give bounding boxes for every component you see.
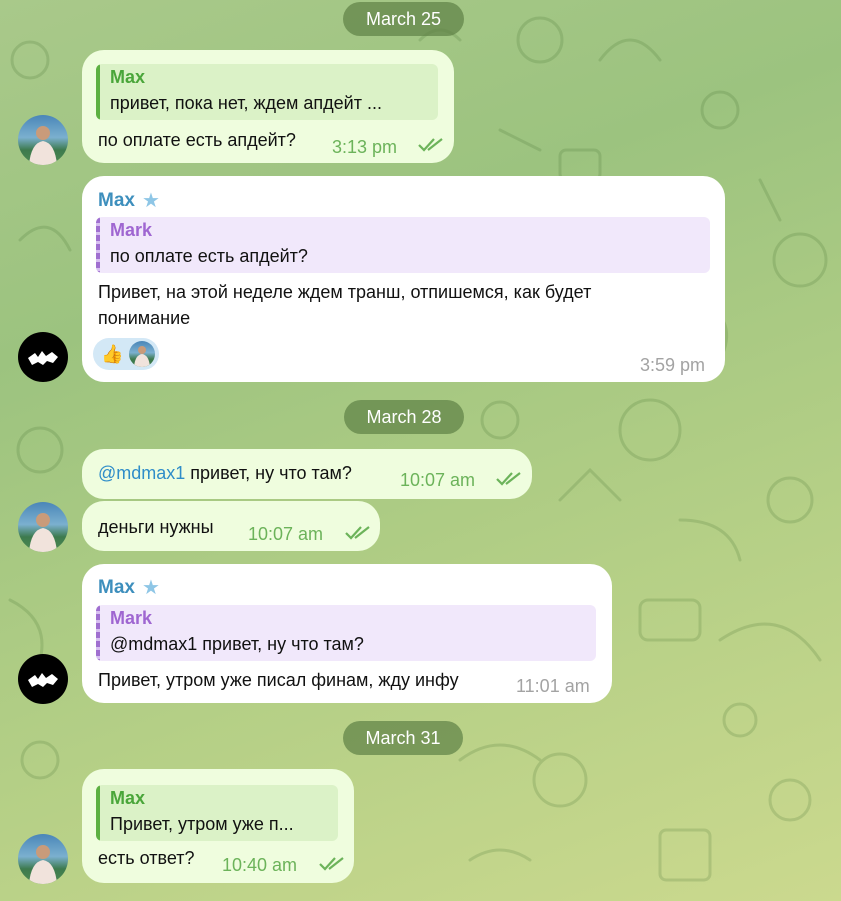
avatar[interactable] <box>18 332 68 382</box>
star-icon: ★ <box>142 190 160 212</box>
message-time: 10:40 am <box>222 855 298 875</box>
message-text-body: привет, ну что там? <box>185 463 352 483</box>
quote-text: @mdmax1 привет, ну что там? <box>110 634 364 654</box>
message-text-line: понимание <box>98 308 191 328</box>
chat-history[interactable]: March 25 Max привет, пока нет, ждем апде… <box>0 0 841 901</box>
avatar-photo <box>29 845 57 884</box>
message-time: 10:07 am <box>400 470 476 490</box>
reply-quote[interactable]: Max привет, пока нет, ждем апдейт ... <box>96 64 438 120</box>
message-text-line: Привет, на этой неделе ждем транш, отпиш… <box>98 282 592 302</box>
star-icon: ★ <box>142 577 160 599</box>
quote-author: Mark <box>110 608 153 628</box>
message-text: Привет, утром уже писал финам, жду инфу <box>98 670 459 690</box>
message-bubble[interactable]: Max Привет, утром уже п... есть ответ? 1… <box>82 769 354 883</box>
avatar[interactable] <box>18 502 68 552</box>
sender-name[interactable]: Max <box>98 575 135 601</box>
quote-text: Привет, утром уже п... <box>110 814 294 834</box>
quote-author: Mark <box>110 220 153 240</box>
message-text: деньги нужны <box>98 517 214 537</box>
avatar[interactable] <box>18 654 68 704</box>
message-bubble[interactable]: Max ★ Mark @mdmax1 привет, ну что там? П… <box>82 564 612 703</box>
date-separator: March 28 <box>344 400 464 434</box>
avatar-photo <box>29 126 57 165</box>
message-bubble[interactable]: @mdmax1 привет, ну что там? 10:07 am <box>82 449 532 499</box>
user-mention[interactable]: @mdmax1 <box>98 463 185 483</box>
message-time: 3:13 pm <box>332 137 398 157</box>
message-text: по оплате есть апдейт? <box>98 130 296 150</box>
reply-quote[interactable]: Mark @mdmax1 привет, ну что там? <box>96 605 596 661</box>
message-bubble[interactable]: Max ★ Mark по оплате есть апдейт? Привет… <box>82 176 725 382</box>
message-text: есть ответ? <box>98 848 195 868</box>
reaction-avatar-photo <box>134 346 150 367</box>
message-time: 11:01 am <box>516 676 590 696</box>
date-separator: March 25 <box>343 2 464 36</box>
avatar[interactable] <box>18 115 68 165</box>
logo-icon <box>28 673 58 687</box>
thumbs-up-icon: 👍 <box>101 344 124 364</box>
avatar-photo <box>29 513 57 552</box>
reply-quote[interactable]: Max Привет, утром уже п... <box>96 785 338 841</box>
double-check-icon <box>345 526 370 540</box>
message-time: 3:59 pm <box>640 355 706 375</box>
date-separator: March 31 <box>343 721 463 755</box>
reaction-avatar <box>129 341 155 367</box>
quote-text: привет, пока нет, ждем апдейт ... <box>110 93 382 113</box>
reaction-chip[interactable]: 👍 <box>93 338 159 370</box>
message-bubble[interactable]: Max привет, пока нет, ждем апдейт ... по… <box>82 50 454 163</box>
double-check-icon <box>319 857 344 871</box>
double-check-icon <box>418 138 443 152</box>
avatar[interactable] <box>18 834 68 884</box>
reply-quote[interactable]: Mark по оплате есть апдейт? <box>96 217 710 273</box>
quote-author: Max <box>110 67 146 87</box>
double-check-icon <box>496 472 521 486</box>
quote-text: по оплате есть апдейт? <box>110 246 308 266</box>
logo-icon <box>28 351 58 365</box>
message-text: @mdmax1 привет, ну что там? <box>98 460 352 486</box>
quote-author: Max <box>110 788 146 808</box>
sender-name[interactable]: Max <box>98 188 135 214</box>
message-time: 10:07 am <box>248 524 324 544</box>
message-bubble[interactable]: деньги нужны 10:07 am <box>82 501 380 551</box>
